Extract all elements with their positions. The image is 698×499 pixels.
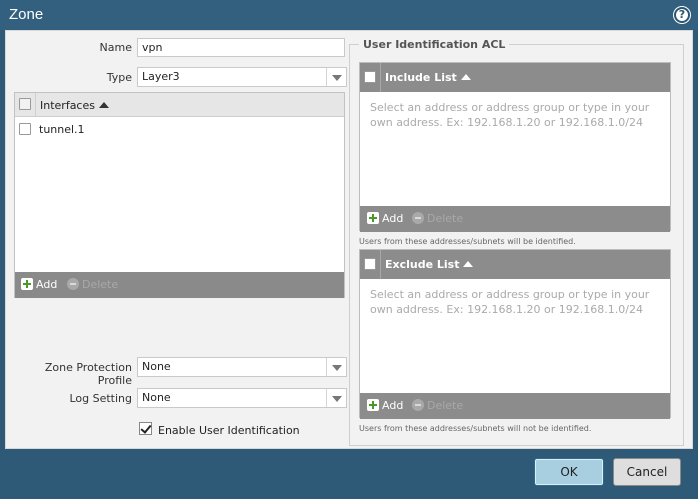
include-list-hint: Users from these addresses/subnets will …	[359, 237, 576, 246]
exclude-list-column-header[interactable]: Exclude List	[385, 258, 474, 271]
dialog-titlebar: Zone ?	[0, 0, 698, 30]
sort-ascending-icon	[460, 74, 471, 80]
interfaces-grid: Interfaces tunnel.1 Add Delete	[14, 92, 345, 298]
minus-icon	[412, 399, 424, 411]
interfaces-column-header[interactable]: Interfaces	[40, 99, 109, 112]
zone-protection-profile-value: None	[142, 360, 171, 373]
log-setting-value: None	[142, 391, 171, 404]
dialog-body: Name vpn Type Layer3 Interfaces tunnel.1…	[5, 30, 693, 449]
include-add-button[interactable]: Add	[367, 212, 403, 225]
name-input[interactable]: vpn	[137, 38, 345, 57]
include-list-footer: Add Delete	[360, 206, 670, 232]
ok-button[interactable]: OK	[534, 458, 604, 486]
dialog-title: Zone	[9, 6, 44, 23]
include-list-grid: Include List Select an address or addres…	[359, 62, 671, 232]
type-select[interactable]: Layer3	[137, 67, 347, 87]
sort-ascending-icon	[98, 102, 109, 108]
interfaces-grid-header: Interfaces	[15, 93, 344, 117]
plus-icon	[367, 212, 379, 224]
plus-icon	[21, 278, 33, 290]
chevron-down-icon[interactable]	[326, 358, 346, 376]
minus-icon	[412, 212, 424, 224]
exclude-delete-button: Delete	[412, 399, 463, 412]
row-checkbox[interactable]	[19, 123, 31, 135]
zone-protection-profile-label: Zone Protection Profile	[44, 361, 132, 387]
plus-icon	[367, 399, 379, 411]
type-select-value: Layer3	[142, 70, 180, 83]
select-all-checkbox[interactable]	[19, 98, 31, 110]
log-setting-label: Log Setting	[69, 392, 132, 405]
zone-protection-profile-select[interactable]: None	[137, 357, 347, 377]
type-label: Type	[106, 71, 132, 84]
include-list-header: Include List	[360, 63, 670, 92]
include-delete-button: Delete	[412, 212, 463, 225]
include-list-column-header[interactable]: Include List	[385, 71, 471, 84]
exclude-list-grid: Exclude List Select an address or addres…	[359, 249, 671, 419]
user-identification-acl-legend: User Identification ACL	[359, 38, 510, 51]
interface-name: tunnel.1	[39, 123, 85, 136]
include-select-all-checkbox[interactable]	[364, 71, 376, 83]
minus-icon	[67, 278, 79, 290]
exclude-list-hint: Users from these addresses/subnets will …	[359, 424, 592, 433]
sort-ascending-icon	[463, 261, 474, 267]
exclude-list-footer: Add Delete	[360, 393, 670, 419]
include-list-placeholder[interactable]: Select an address or address group or ty…	[370, 100, 660, 130]
enable-user-identification-checkbox[interactable]	[139, 422, 152, 435]
interfaces-grid-footer: Add Delete	[15, 272, 344, 298]
log-setting-select[interactable]: None	[137, 388, 347, 408]
exclude-list-header: Exclude List	[360, 250, 670, 279]
help-icon[interactable]: ?	[674, 7, 690, 23]
exclude-select-all-checkbox[interactable]	[364, 258, 376, 270]
exclude-list-placeholder[interactable]: Select an address or address group or ty…	[370, 287, 660, 317]
interfaces-add-button[interactable]: Add	[21, 278, 57, 291]
chevron-down-icon[interactable]	[326, 389, 346, 407]
chevron-down-icon[interactable]	[326, 68, 346, 86]
table-row[interactable]: tunnel.1	[15, 118, 344, 140]
name-label: Name	[99, 41, 132, 54]
enable-user-identification-label: Enable User Identification	[158, 424, 300, 437]
interfaces-delete-button: Delete	[67, 278, 118, 291]
cancel-button[interactable]: Cancel	[613, 458, 681, 486]
exclude-add-button[interactable]: Add	[367, 399, 403, 412]
